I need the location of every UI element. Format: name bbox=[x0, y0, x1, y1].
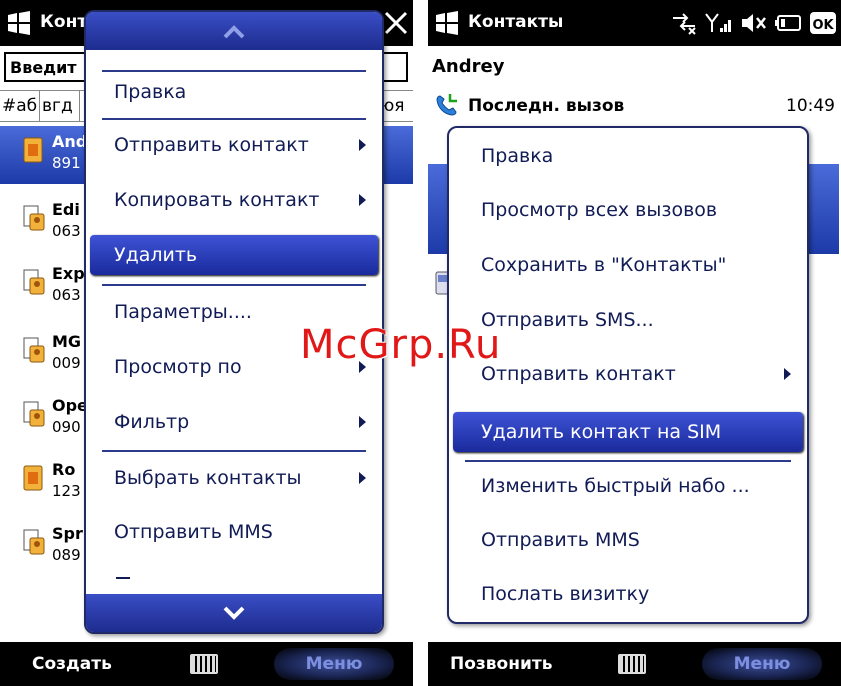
submenu-arrow-icon bbox=[784, 368, 791, 380]
phone-contact-icon bbox=[23, 205, 45, 231]
contact-number: 063 bbox=[52, 222, 81, 240]
windows-start-icon[interactable] bbox=[6, 10, 32, 36]
menu-item-view-all-calls[interactable]: Просмотр всех вызовов bbox=[453, 190, 803, 230]
menu-item-filter[interactable]: Фильтр bbox=[90, 402, 378, 442]
right-softkey-bar: Позвонить Меню bbox=[428, 642, 841, 686]
submenu-arrow-icon bbox=[359, 472, 366, 484]
keyboard-icon[interactable] bbox=[190, 654, 218, 674]
contact-number: 090 bbox=[52, 418, 81, 436]
right-context-menu: Правка Просмотр всех вызовов Сохранить в… bbox=[447, 126, 809, 624]
sound-muted-icon[interactable] bbox=[739, 10, 769, 36]
menu-divider bbox=[465, 460, 791, 462]
menu-item-edit[interactable]: Правка bbox=[453, 136, 803, 176]
menu-item-change-speed-dial[interactable]: Изменить быстрый набо ... bbox=[453, 466, 803, 506]
close-icon[interactable] bbox=[383, 10, 409, 36]
last-call-label: Последн. вызов bbox=[468, 96, 625, 116]
signal-strength-icon bbox=[704, 13, 731, 32]
phone-call-icon bbox=[436, 94, 457, 116]
windows-start-icon[interactable] bbox=[434, 10, 460, 36]
contact-number: 009 bbox=[52, 354, 81, 372]
contact-number: 123 bbox=[52, 482, 81, 500]
menu-softkey[interactable]: Меню bbox=[702, 648, 822, 680]
phone-contact-icon bbox=[23, 401, 45, 427]
submenu-arrow-icon bbox=[359, 194, 366, 206]
menu-item-send-business-card[interactable]: Послать визитку bbox=[453, 574, 803, 614]
ok-button-icon[interactable]: OK bbox=[809, 10, 837, 36]
menu-item-save-to-contacts[interactable]: Сохранить в "Контакты" bbox=[453, 245, 803, 285]
sim-contact-icon bbox=[23, 465, 43, 491]
watermark-text: McGrp.Ru bbox=[300, 322, 502, 368]
scroll-up-button[interactable] bbox=[86, 12, 382, 50]
contact-name: Exp bbox=[52, 264, 85, 283]
menu-item-send-contact[interactable]: Отправить контакт bbox=[90, 125, 378, 165]
contact-number: 089 bbox=[52, 546, 81, 564]
right-window-title: Контакты bbox=[468, 12, 564, 32]
chevron-down-icon bbox=[223, 606, 245, 620]
left-softkey-bar: Создать Меню bbox=[0, 642, 413, 686]
menu-item-send-sms[interactable]: Отправить SMS... bbox=[453, 300, 803, 340]
call-softkey[interactable]: Позвонить bbox=[450, 654, 552, 674]
contact-name: Ro bbox=[52, 460, 76, 479]
menu-divider bbox=[102, 284, 366, 286]
menu-item-label: Фильтр bbox=[114, 411, 190, 433]
menu-item-edit[interactable]: Правка bbox=[90, 72, 378, 112]
menu-item-delete[interactable]: Удалить bbox=[90, 235, 378, 275]
menu-divider bbox=[102, 118, 366, 120]
submenu-arrow-icon bbox=[359, 416, 366, 428]
menu-item-label: Копировать контакт bbox=[114, 189, 320, 211]
menu-item-send-mms[interactable]: Отправить MMS bbox=[90, 512, 378, 552]
alpha-tab-vgd[interactable]: вгд bbox=[40, 91, 80, 121]
contact-name: Edi bbox=[52, 200, 80, 219]
phone-contact-icon bbox=[23, 529, 45, 555]
scroll-down-button[interactable] bbox=[86, 594, 382, 632]
contact-number: 063 bbox=[52, 286, 81, 304]
ok-button-label: OK bbox=[812, 18, 834, 33]
alpha-tab-ab[interactable]: #аб bbox=[0, 91, 40, 121]
menu-more-indicator bbox=[116, 577, 130, 579]
menu-item-label: Просмотр по bbox=[114, 356, 242, 378]
contact-name: And bbox=[52, 132, 88, 151]
contact-name: Ope bbox=[52, 396, 88, 415]
contact-name: Spr bbox=[52, 524, 83, 543]
menu-item-label: Отправить контакт bbox=[481, 363, 676, 385]
contact-number: 891 bbox=[52, 154, 81, 172]
menu-item-delete-sim-contact[interactable]: Удалить контакт на SIM bbox=[453, 412, 803, 452]
data-connection-icon bbox=[672, 13, 696, 35]
create-softkey[interactable]: Создать bbox=[32, 654, 112, 674]
contact-name: MG bbox=[52, 332, 82, 351]
menu-item-send-mms[interactable]: Отправить MMS bbox=[453, 520, 803, 560]
menu-item-send-contact[interactable]: Отправить контакт bbox=[453, 354, 803, 394]
submenu-arrow-icon bbox=[359, 139, 366, 151]
battery-icon bbox=[774, 15, 801, 31]
menu-item-copy-contact[interactable]: Копировать контакт bbox=[90, 180, 378, 220]
last-call-row[interactable]: Последн. вызов 10:49 bbox=[428, 88, 841, 124]
menu-divider bbox=[102, 450, 366, 452]
chevron-up-icon bbox=[223, 25, 245, 39]
status-icons: OK bbox=[669, 10, 837, 36]
contact-name-header: Andrey bbox=[432, 56, 505, 77]
menu-softkey[interactable]: Меню bbox=[274, 648, 394, 680]
keyboard-icon[interactable] bbox=[618, 654, 646, 674]
menu-item-label: Выбрать контакты bbox=[114, 467, 302, 489]
menu-item-label: Отправить контакт bbox=[114, 134, 309, 156]
phone-contact-icon bbox=[23, 337, 45, 363]
right-title-bar: Контакты OK bbox=[428, 0, 841, 46]
last-call-time: 10:49 bbox=[786, 96, 835, 116]
sim-contact-icon bbox=[23, 137, 43, 163]
menu-item-select-contacts[interactable]: Выбрать контакты bbox=[90, 458, 378, 498]
phone-contact-icon bbox=[23, 269, 45, 295]
